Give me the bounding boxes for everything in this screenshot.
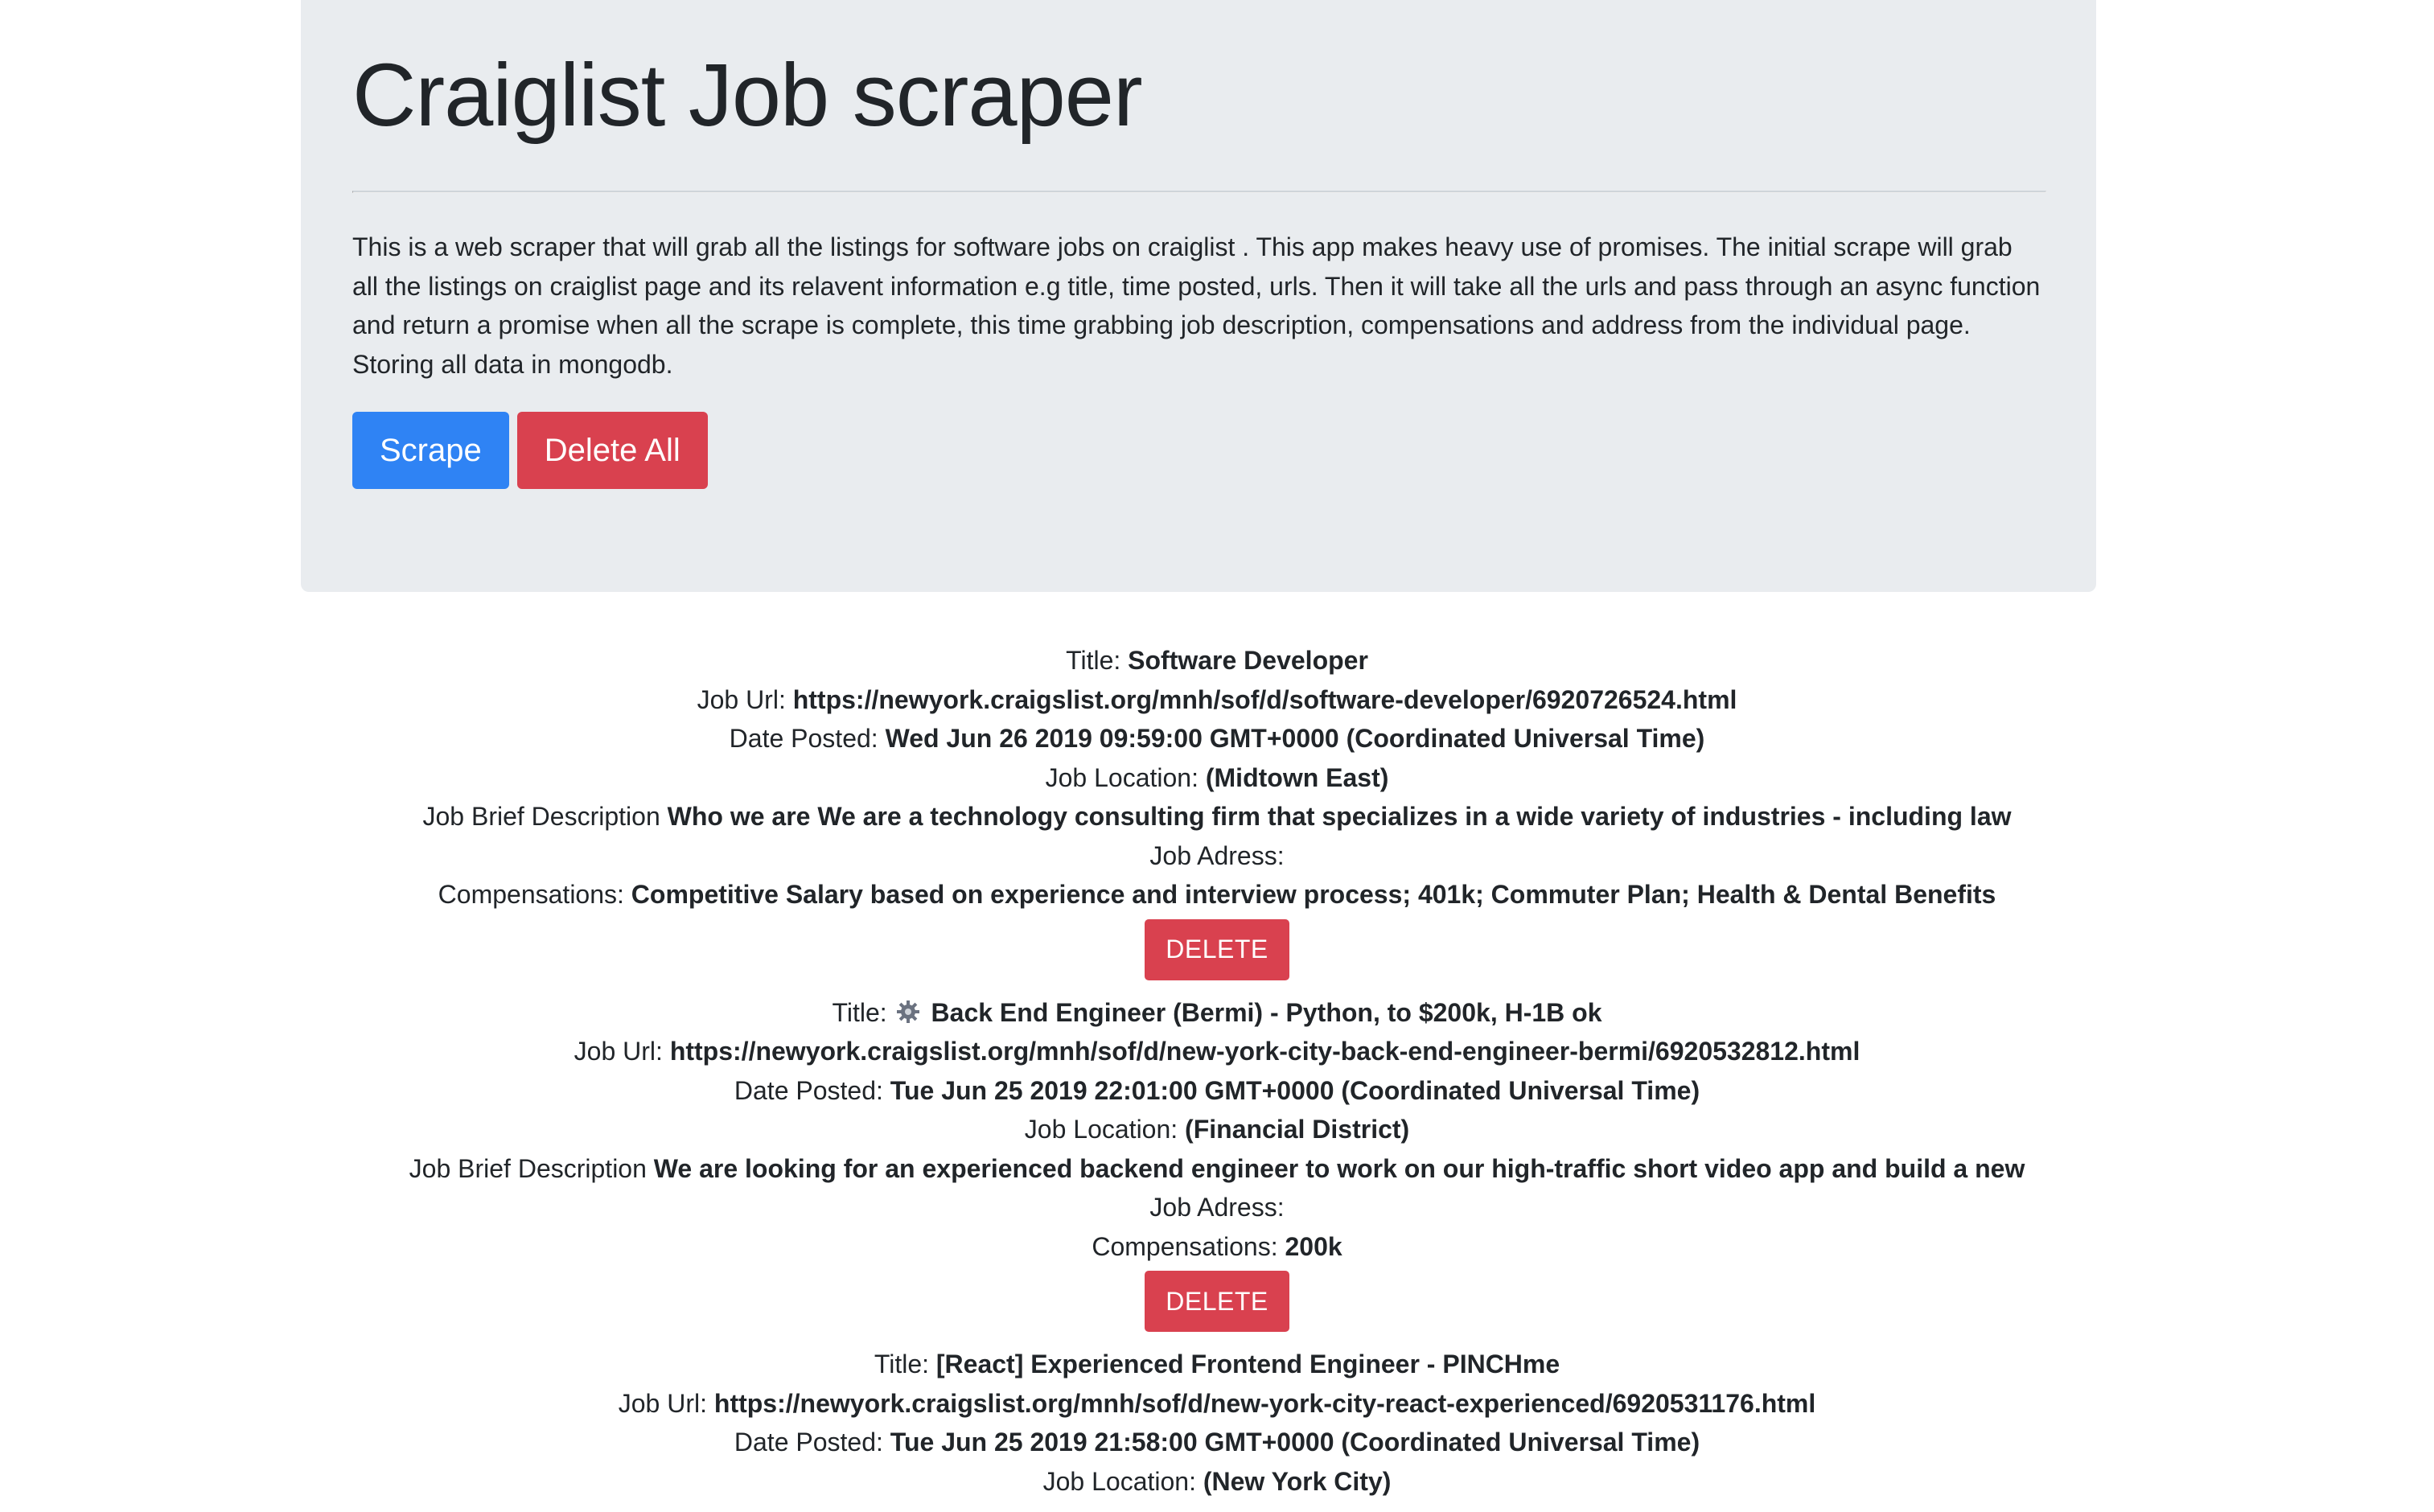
- job-title-label: Title:: [874, 1350, 936, 1378]
- job-description-line: Job Brief Description Who we are We are …: [0, 797, 2434, 836]
- job-title-label: Title:: [832, 997, 894, 1027]
- job-url-label: Job Url:: [697, 684, 793, 714]
- job-actions: DELETE: [0, 1271, 2434, 1333]
- job-date: Tue Jun 25 2019 21:58:00 GMT+0000 (Coord…: [890, 1428, 1700, 1457]
- job-card: Title: Back End Engineer (Bermi) - Pytho…: [0, 993, 2434, 1334]
- gear-icon: [896, 996, 920, 1023]
- job-title: [React] Experienced Frontend Engineer - …: [935, 1350, 1560, 1378]
- job-title-label: Title:: [1066, 646, 1129, 675]
- job-date-line: Date Posted: Tue Jun 25 2019 21:58:00 GM…: [0, 1423, 2434, 1462]
- job-url: https://newyork.craigslist.org/mnh/sof/d…: [713, 1388, 1816, 1418]
- job-location-line: Job Location: (Midtown East): [0, 758, 2434, 798]
- job-date-label: Date Posted:: [729, 724, 886, 753]
- job-location: (New York City): [1203, 1466, 1392, 1496]
- page-title: Craiglist Job scraper: [352, 46, 1143, 145]
- job-compensation-line: Compensations: 200k: [0, 1227, 2434, 1267]
- job-title: Back End Engineer (Bermi) - Python, to $…: [931, 997, 1602, 1027]
- job-compensation-label: Compensations:: [1092, 1231, 1285, 1261]
- job-address-line: Job Adress:: [0, 1188, 2434, 1227]
- job-address-label: Job Adress:: [1149, 1193, 1285, 1222]
- job-date-label: Date Posted:: [734, 1428, 890, 1457]
- job-location: (Financial District): [1185, 1115, 1410, 1144]
- job-description: We are looking for an experienced backen…: [653, 1153, 2025, 1183]
- page: Craiglist Job scraper This is a web scra…: [0, 0, 2434, 1509]
- job-title-line: Title: [React] Experienced Frontend Engi…: [0, 1345, 2434, 1384]
- app-description: This is a web scraper that will grab all…: [352, 232, 2041, 379]
- delete-job-button[interactable]: DELETE: [1145, 918, 1289, 980]
- job-url-label: Job Url:: [618, 1388, 714, 1418]
- job-url: https://newyork.craigslist.org/mnh/sof/d…: [792, 684, 1737, 714]
- job-url-label: Job Url:: [574, 1037, 670, 1066]
- job-title: Software Developer: [1128, 646, 1368, 675]
- job-list: Title: Software Developer Job Url: https…: [0, 641, 2434, 1512]
- job-card: Title: Software Developer Job Url: https…: [0, 641, 2434, 982]
- job-description-label: Job Brief Description: [422, 802, 668, 831]
- header-jumbotron: Craiglist Job scraper This is a web scra…: [301, 0, 2096, 592]
- job-compensation-line: Compensations: Competitive Salary based …: [0, 875, 2434, 914]
- job-actions: DELETE: [0, 918, 2434, 982]
- job-url-line: Job Url: https://newyork.craigslist.org/…: [0, 680, 2434, 720]
- job-card: Title: [React] Experienced Frontend Engi…: [0, 1345, 2434, 1501]
- job-address-line: Job Adress:: [0, 836, 2434, 876]
- job-url-line: Job Url: https://newyork.craigslist.org/…: [0, 1384, 2434, 1424]
- job-date-line: Date Posted: Tue Jun 25 2019 22:01:00 GM…: [0, 1071, 2434, 1111]
- job-date: Tue Jun 25 2019 22:01:00 GMT+0000 (Coord…: [890, 1075, 1700, 1105]
- job-url: https://newyork.craigslist.org/mnh/sof/d…: [669, 1037, 1860, 1066]
- job-location-line: Job Location: (New York City): [0, 1462, 2434, 1502]
- job-description-label: Job Brief Description: [409, 1153, 654, 1183]
- job-date-label: Date Posted:: [734, 1075, 890, 1105]
- job-title-line: Title: Back End Engineer (Bermi) - Pytho…: [0, 993, 2434, 1033]
- job-date: Wed Jun 26 2019 09:59:00 GMT+0000 (Coord…: [885, 724, 1705, 753]
- job-location-label: Job Location:: [1045, 762, 1206, 792]
- job-title-line: Title: Software Developer: [0, 641, 2434, 680]
- scrape-button[interactable]: Scrape: [352, 412, 509, 489]
- header-actions: Scrape Delete All: [352, 412, 708, 489]
- job-date-line: Date Posted: Wed Jun 26 2019 09:59:00 GM…: [0, 719, 2434, 758]
- delete-all-button[interactable]: Delete All: [516, 412, 708, 489]
- job-compensation-label: Compensations:: [438, 880, 631, 909]
- job-location: (Midtown East): [1205, 762, 1389, 792]
- header-divider: [352, 191, 2046, 193]
- job-compensation: Competitive Salary based on experience a…: [631, 880, 1996, 909]
- job-description-line: Job Brief Description We are looking for…: [0, 1149, 2434, 1189]
- job-location-label: Job Location:: [1042, 1466, 1203, 1496]
- delete-job-button[interactable]: DELETE: [1145, 1271, 1289, 1332]
- job-location-line: Job Location: (Financial District): [0, 1110, 2434, 1149]
- job-location-label: Job Location:: [1024, 1115, 1186, 1144]
- job-url-line: Job Url: https://newyork.craigslist.org/…: [0, 1032, 2434, 1071]
- job-address-label: Job Adress:: [1149, 840, 1285, 870]
- job-compensation: 200k: [1285, 1231, 1342, 1261]
- job-description: Who we are We are a technology consultin…: [667, 802, 2012, 831]
